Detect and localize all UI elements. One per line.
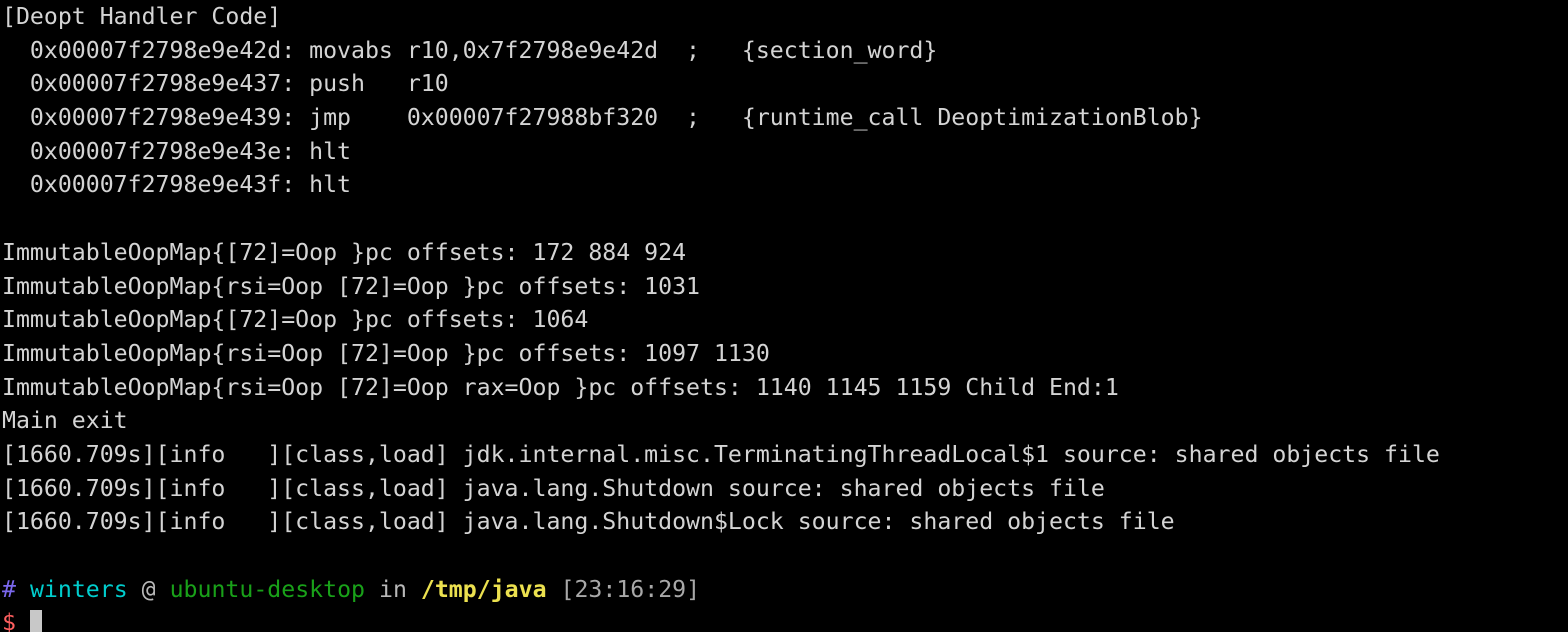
- prompt-hostname: ubuntu-desktop: [169, 575, 366, 603]
- asm-line: 0x00007f2798e9e42d: movabs r10,0x7f2798e…: [2, 36, 938, 64]
- oopmap-line: ImmutableOopMap{rsi=Oop [72]=Oop }pc off…: [2, 339, 770, 367]
- asm-line: 0x00007f2798e9e43f: hlt: [2, 171, 352, 199]
- text-cursor: [29, 610, 42, 632]
- prompt-username: winters: [29, 575, 128, 603]
- prompt-timestamp: [23:16:29]: [560, 575, 701, 603]
- main-exit-line: Main exit: [2, 407, 128, 435]
- class-load-log-line: [1660.709s][info ][class,load] java.lang…: [2, 474, 1105, 502]
- oopmap-line: ImmutableOopMap{[72]=Oop }pc offsets: 17…: [2, 238, 687, 266]
- class-load-log-line: [1660.709s][info ][class,load] java.lang…: [2, 508, 1175, 536]
- shell-prompt-info-line: # winters @ ubuntu-desktop in /tmp/java …: [0, 573, 1568, 607]
- oopmap-line: ImmutableOopMap{[72]=Oop }pc offsets: 10…: [2, 306, 589, 334]
- prompt-working-directory: /tmp/java: [420, 575, 547, 603]
- oopmap-line: ImmutableOopMap{rsi=Oop [72]=Oop rax=Oop…: [2, 373, 1119, 401]
- prompt-dollar-symbol: $: [2, 609, 16, 632]
- asm-line: 0x00007f2798e9e437: push r10: [2, 70, 449, 98]
- oopmap-line: ImmutableOopMap{rsi=Oop [72]=Oop }pc off…: [2, 272, 701, 300]
- shell-command-input-line[interactable]: $: [0, 606, 1568, 632]
- asm-line: 0x00007f2798e9e439: jmp 0x00007f27988bf3…: [2, 104, 1203, 132]
- prompt-in-keyword: in: [379, 575, 407, 603]
- asm-line: 0x00007f2798e9e43e: hlt: [2, 137, 352, 165]
- terminal-screen[interactable]: [Deopt Handler Code] 0x00007f2798e9e42d:…: [0, 0, 1568, 632]
- deopt-handler-header: [Deopt Handler Code]: [2, 3, 282, 30]
- class-load-log-line: [1660.709s][info ][class,load] jdk.inter…: [2, 440, 1440, 468]
- prompt-hash-symbol: #: [2, 575, 16, 603]
- prompt-at-symbol: @: [141, 575, 156, 603]
